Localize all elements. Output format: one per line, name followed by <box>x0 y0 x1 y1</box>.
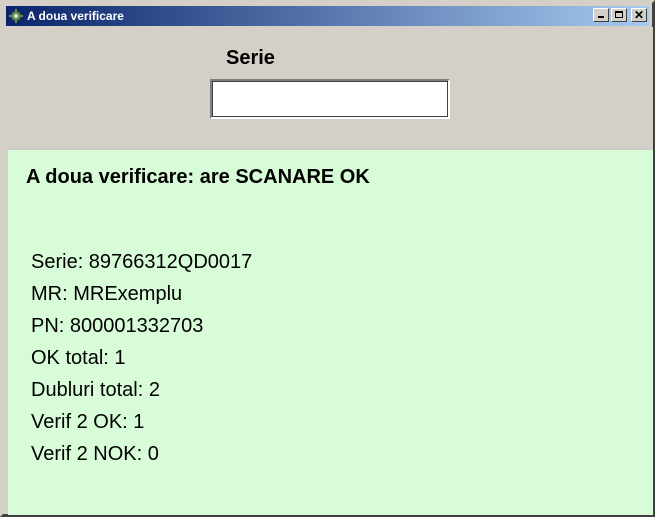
result-panel: A doua verificare: are SCANARE OK Serie:… <box>8 149 653 515</box>
verification-status-title: A doua verificare: are SCANARE OK <box>26 166 370 188</box>
minimize-button[interactable] <box>593 8 609 22</box>
minimize-icon <box>598 16 604 18</box>
serie-label: Serie <box>226 47 275 69</box>
app-window: A doua verificare ✕ Serie A doua verific… <box>0 0 655 517</box>
info-verif2-ok: Verif 2 OK: 1 <box>31 411 145 433</box>
close-icon: ✕ <box>633 8 645 22</box>
maximize-button[interactable] <box>611 8 627 22</box>
close-button[interactable]: ✕ <box>631 8 647 22</box>
title-bar[interactable]: A doua verificare ✕ <box>6 6 649 26</box>
window-title: A doua verificare <box>27 9 124 23</box>
info-serie: Serie: 89766312QD0017 <box>31 251 253 273</box>
window-controls: ✕ <box>593 8 647 22</box>
info-mr: MR: MRExemplu <box>31 283 183 305</box>
serie-input[interactable] <box>210 79 450 119</box>
info-verif2-nok: Verif 2 NOK: 0 <box>31 443 159 465</box>
result-info-list: Serie: 89766312QD0017 MR: MRExemplu PN: … <box>31 246 252 470</box>
serie-input-panel: Serie <box>8 27 653 149</box>
info-pn: PN: 800001332703 <box>31 315 204 337</box>
info-ok-total: OK total: 1 <box>31 347 126 369</box>
info-dubluri-total: Dubluri total: 2 <box>31 379 160 401</box>
app-gear-icon <box>9 9 23 23</box>
maximize-icon <box>615 11 623 18</box>
